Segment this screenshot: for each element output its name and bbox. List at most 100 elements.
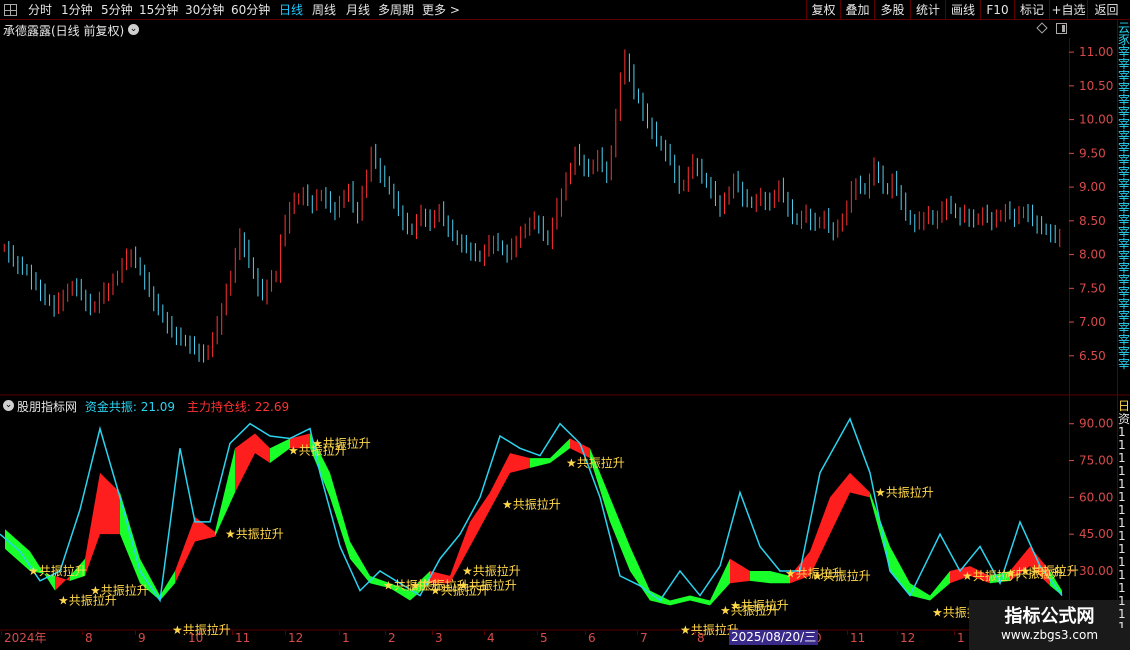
price-tick-label: 10.50 (1079, 79, 1113, 93)
signal-label: ★共振拉升 (502, 497, 561, 512)
band-segment (195, 517, 215, 542)
side-glyph: 1 (1118, 543, 1126, 555)
date-tick-label: 4 (487, 631, 495, 645)
side-glyph: 宰 (1118, 58, 1130, 70)
band-segment (255, 433, 270, 463)
date-tick-mark (232, 631, 233, 635)
side-glyph: 宰 (1118, 238, 1130, 250)
date-tick-mark (897, 631, 898, 635)
signal-layer: ★共振拉升★共振拉升★共振拉升★共振拉升★共振拉升★共振拉升★共振拉升★共振拉升… (28, 435, 1079, 637)
side-glyph: 宰 (1118, 130, 1130, 142)
signal-label: ★共振拉升 (225, 526, 284, 541)
indicator-tick-label: 75.00 (1079, 454, 1113, 468)
band-segment (630, 546, 650, 601)
date-tick-mark (537, 631, 538, 635)
side-glyph: 宰 (1118, 106, 1130, 118)
side-glyph: 豕 (1118, 34, 1130, 46)
date-tick-mark (1, 631, 2, 635)
indicator-line2-value: 主力持仓线: 22.69 (186, 400, 290, 414)
watermark-title: 指标公式网 (1004, 606, 1095, 627)
side-glyph: 宰 (1118, 322, 1130, 334)
date-tick-label: 1 (342, 631, 350, 645)
cursor-date-label: 2025/08/20/三 (729, 630, 819, 645)
watermark: 指标公式网 www.zbgs3.com (969, 600, 1130, 650)
signal-label: ★共振拉升 (812, 568, 871, 583)
side-glyph: 宰 (1118, 298, 1130, 310)
signal-label: ★共振拉升 (28, 563, 87, 578)
date-tick-mark (135, 631, 136, 635)
indicator-tick-label: 90.00 (1079, 417, 1113, 431)
date-tick-mark (847, 631, 848, 635)
price-tick-label: 7.00 (1079, 315, 1106, 329)
side-glyph: 宰 (1118, 94, 1130, 106)
band-segment (610, 497, 630, 571)
band-segment (55, 575, 70, 591)
date-tick-mark (82, 631, 83, 635)
date-tick-label: 11 (235, 631, 251, 645)
band-segment (470, 492, 490, 547)
chevron-down-icon[interactable]: ⌄ (3, 400, 14, 411)
band-segment (530, 458, 550, 468)
date-tick-label: 3 (435, 631, 443, 645)
signal-label: ★共振拉升 (312, 435, 371, 450)
price-tick-label: 8.50 (1079, 214, 1106, 228)
indicator-tick-label: 60.00 (1079, 490, 1113, 504)
right-info-strip-lower: 日资1111111111111111 (1118, 398, 1130, 628)
band-segment (235, 433, 255, 493)
side-glyph: 宰 (1118, 82, 1130, 94)
band-segment (650, 590, 670, 606)
indicator-name: 股朋指标网 (17, 400, 78, 414)
date-tick-mark (954, 631, 955, 635)
date-tick-label: 10 (188, 631, 204, 645)
candle-layer (3, 49, 1061, 363)
side-glyph: 资 (1118, 413, 1130, 425)
band-segment (930, 571, 950, 601)
side-glyph: 1 (1118, 504, 1126, 516)
side-glyph: 1 (1118, 426, 1126, 438)
band-segment (910, 583, 930, 601)
band-segment (175, 517, 195, 584)
side-glyph: 1 (1118, 530, 1126, 542)
signal-label: ★共振拉升 (566, 455, 625, 470)
signal-label: ★共振拉升 (462, 563, 521, 578)
side-glyph: 1 (1118, 439, 1126, 451)
date-tick-mark (285, 631, 286, 635)
date-tick-mark (185, 631, 186, 635)
side-glyph: 1 (1118, 582, 1126, 594)
band-segment (670, 595, 690, 606)
price-tick-label: 10.00 (1079, 113, 1113, 127)
side-glyph: 1 (1118, 452, 1126, 464)
indicator-line1-value: 资金共振: 21.09 (84, 400, 176, 414)
band-segment (510, 453, 530, 473)
side-glyph: 宰 (1118, 358, 1130, 370)
price-tick-label: 9.50 (1079, 146, 1106, 160)
side-glyph: 1 (1118, 595, 1126, 607)
side-glyph: 宰 (1118, 274, 1130, 286)
grid-layer (0, 20, 1130, 631)
date-tick-label: 7 (640, 631, 648, 645)
side-glyph: 宰 (1118, 226, 1130, 238)
date-tick-label: 8 (85, 631, 93, 645)
indicator-tick-label: 45.00 (1079, 527, 1113, 541)
side-glyph: 宰 (1118, 70, 1130, 82)
band-segment (830, 472, 850, 535)
indicator-axis: 90.0075.0060.0045.0030.0015.00 (1069, 417, 1113, 615)
band-segment (270, 438, 290, 463)
side-glyph: 宰 (1118, 286, 1130, 298)
signal-label: ★共振拉升 (458, 578, 517, 593)
side-glyph: 日 (1118, 400, 1130, 412)
date-tick-mark (385, 631, 386, 635)
date-tick-mark (637, 631, 638, 635)
side-glyph: 1 (1118, 491, 1126, 503)
side-glyph: 1 (1118, 478, 1126, 490)
price-tick-label: 8.00 (1079, 248, 1106, 262)
price-tick-label: 6.50 (1079, 349, 1106, 363)
band-segment (350, 541, 370, 584)
date-tick-label: 2024年 (4, 631, 47, 645)
side-glyph: 1 (1118, 621, 1126, 628)
band-segment (730, 558, 750, 584)
band-segment (85, 472, 100, 576)
chart-canvas[interactable]: 11.00 10.50 10.00 9.50 9.00 8.50 8.00 7.50 7.00 6… (0, 0, 1130, 650)
side-glyph: 宰 (1118, 118, 1130, 130)
side-glyph: 宰 (1118, 202, 1130, 214)
